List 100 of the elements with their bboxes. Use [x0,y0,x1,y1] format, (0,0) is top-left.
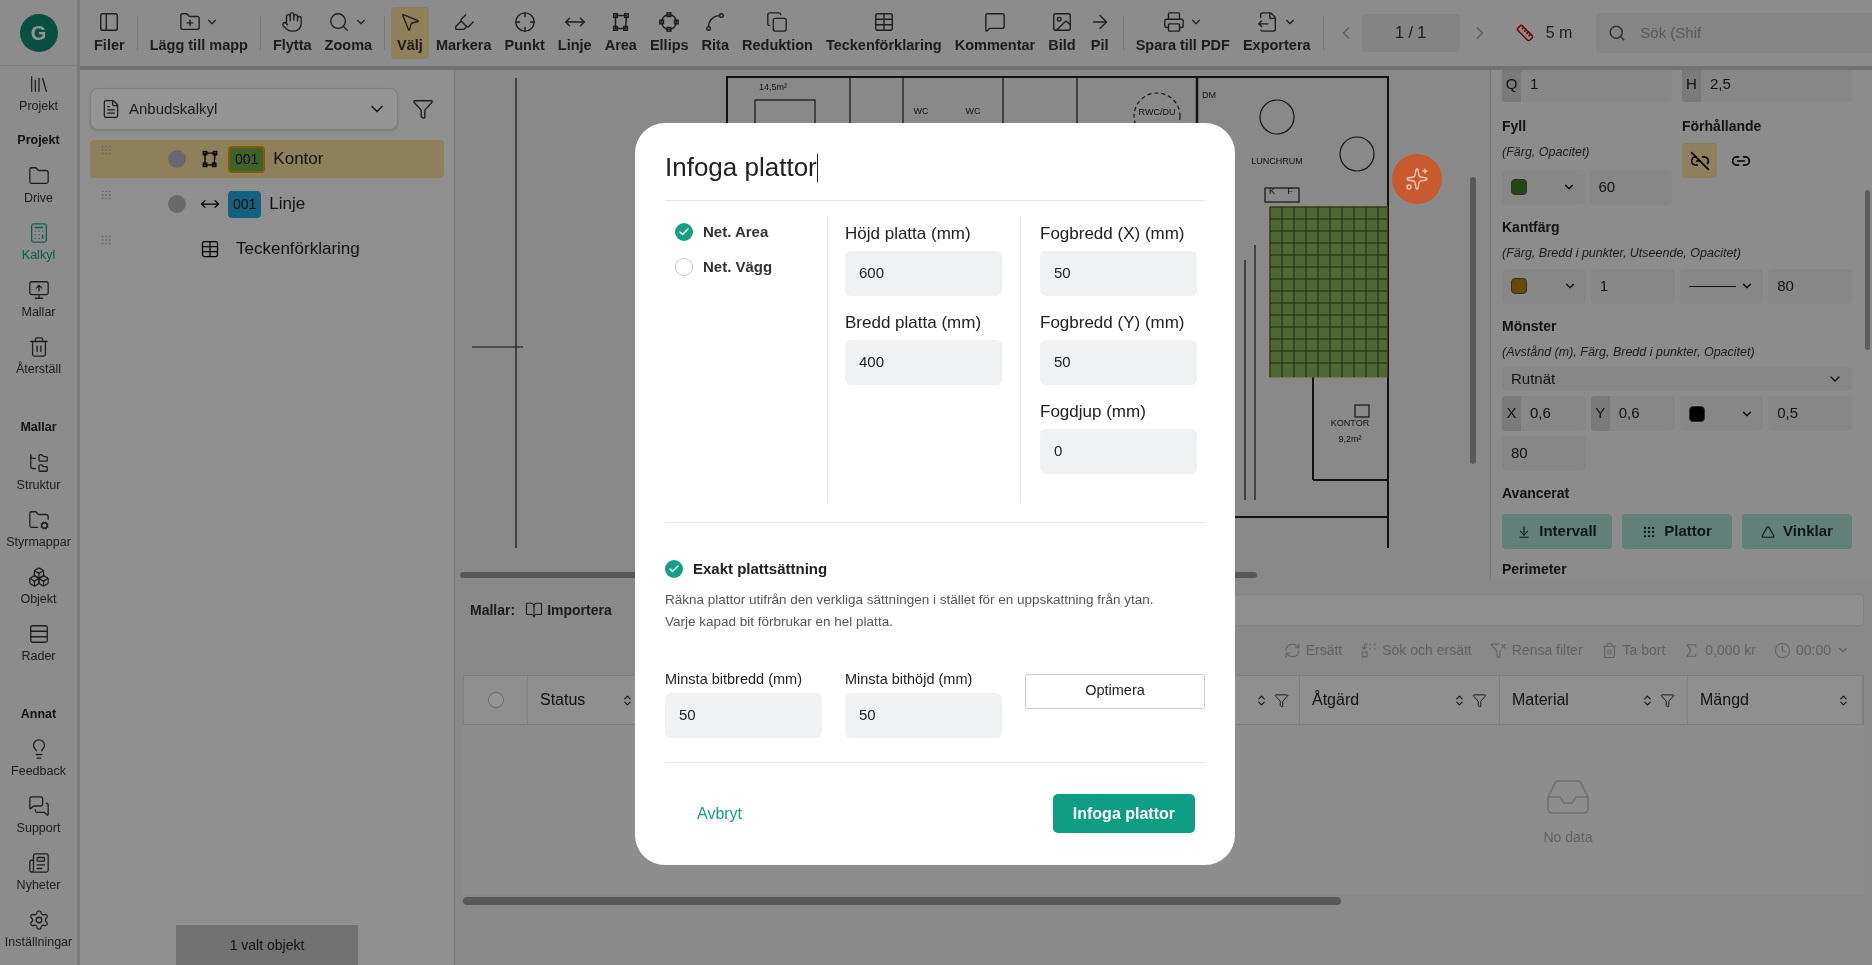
section-title: Förhållande [1682,117,1763,136]
column-header[interactable]: Status [540,688,586,712]
nav-item[interactable]: Drive [0,157,77,215]
calculation-dropdown[interactable]: Anbudskalkyl [90,88,398,130]
column-header[interactable]: Material [1512,688,1569,712]
optimize-button[interactable]: Optimera [1025,673,1205,709]
field-prefix: Y [1590,396,1610,431]
tree-row[interactable]: 001 Kontor [90,140,444,178]
mode-radio[interactable]: Net. Vägg [675,255,827,278]
field-prefix: X [1502,396,1521,431]
nav-item[interactable]: Återställ [0,328,77,386]
room-label: 9,2m² [1338,434,1362,444]
column-header[interactable]: Mängd [1700,688,1749,712]
tool-button[interactable]: Teckenförklaring [819,7,948,59]
tool-button[interactable]: Markera [429,7,498,59]
number-field[interactable]: 80 [1502,436,1586,471]
number-field[interactable]: 50 [1040,340,1197,385]
field-label: Minsta bitbredd (mm) [665,669,803,689]
number-field[interactable]: 1 [1590,268,1675,304]
number-field[interactable]: H 2,5 [1682,70,1852,102]
nav-item[interactable]: Inställningar [0,902,77,960]
section-hint: (Avstånd (m), Färg, Bredd i punkter, Opacitet) [1502,343,1756,361]
room-label: WC [965,106,981,116]
nav-item[interactable]: Support [0,788,77,846]
section-title: Avancerat [1502,484,1571,503]
number-field[interactable]: 80 [1768,268,1852,304]
section-title: Perimeter [1502,560,1568,579]
tree-row[interactable]: Teckenförklaring [90,230,444,268]
room-label: 14,5m² [759,82,787,92]
tree-row[interactable]: 001 Linje [90,185,444,223]
number-field[interactable]: 50 [1040,251,1197,296]
number-field[interactable]: 0,5 [1768,396,1852,431]
tool-button[interactable]: Lägg till mapp [143,7,254,59]
number-field[interactable]: Y 0,6 [1590,396,1675,431]
tool-button[interactable]: Area [598,7,643,59]
room-label: KONTOR [1330,418,1370,428]
nav-heading: Annat [20,705,57,723]
tree-label: Linje [269,193,306,216]
templates-label: Mallar: [470,600,516,620]
nav-item[interactable]: Struktur [0,444,77,502]
room-label: DM [1202,90,1216,100]
pattern-dropdown[interactable]: Rutnät [1502,367,1852,391]
advanced-button[interactable]: Vinklar [1742,514,1852,549]
field-label: Minsta bithöjd (mm) [845,669,974,689]
tree-label: Kontor [273,148,324,171]
nav-item[interactable]: Styrmappar [0,501,77,559]
column-header[interactable]: Åtgärd [1312,688,1360,712]
number-field[interactable]: 50 [845,692,1002,738]
number-field[interactable]: 0 [1040,429,1197,474]
section-hint: (Färg, Opacitet) [1502,144,1591,161]
tool-button[interactable]: Välj [391,7,429,59]
tool-button[interactable]: Spara till PDF [1129,7,1236,59]
field-label: Höjd platta (mm) [845,223,972,246]
advanced-button[interactable]: Intervall [1502,514,1612,549]
cancel-button[interactable]: Avbryt [665,794,775,833]
section-title: Fyll [1502,117,1528,136]
number-field[interactable]: 600 [845,251,1002,296]
number-field[interactable]: Q 1 [1502,70,1672,102]
insert-tiles-button[interactable]: Infoga plattor [1052,794,1195,833]
app-logo[interactable]: G [19,13,58,52]
nav-item[interactable]: Feedback [0,731,77,789]
tool-button[interactable]: Bild [1042,7,1082,59]
tool-button[interactable]: Filer [88,7,131,59]
import-button[interactable]: Importera [525,599,612,621]
nav-item[interactable]: Rader [0,615,77,673]
field-label: Bredd platta (mm) [845,312,983,335]
number-field[interactable]: 400 [845,340,1002,385]
nav-item[interactable]: Objekt [0,558,77,616]
tool-button[interactable]: Rita [695,7,735,59]
nav-item[interactable]: Nyheter [0,845,77,903]
tool-button[interactable]: Linje [551,7,598,59]
mode-radio[interactable]: Net. Area [675,221,827,244]
tool-button[interactable]: Flytta [266,7,318,59]
advanced-button[interactable]: Plattor [1622,514,1732,549]
tool-button[interactable]: Exportera [1236,7,1317,59]
tool-button[interactable]: Punkt [498,7,551,59]
field-label: Fogdjup (mm) [1040,401,1147,424]
exact-description: Räkna plattor utifrån den verkliga sättningen i stället för en uppskattning från ytan. Varje kapad bit förbrukar en hel platta. [665,590,1155,631]
page-indicator: 1 / 1 [1361,14,1460,52]
number-field[interactable]: 60 [1589,169,1672,205]
section-hint: (Färg, Bredd i punkter, Utseende, Opacitet) [1502,244,1742,262]
tool-button[interactable]: Reduktion [736,7,819,59]
selection-count: 1 valt objekt [176,925,358,965]
field-label: Fogbredd (X) (mm) [1040,223,1186,246]
exact-checkbox[interactable]: Exakt plattsättning [665,558,1205,581]
tool-button[interactable]: Zooma [318,7,379,59]
number-field[interactable]: X 0,6 [1502,396,1586,431]
room-label: F [1287,186,1293,196]
section-title: Kantfärg [1502,217,1561,237]
scale-label: 5 m [1545,23,1573,43]
nav-item[interactable]: Mallar [0,271,77,329]
field-prefix: Q [1502,70,1521,102]
tool-button[interactable]: Kommentar [948,7,1042,59]
tool-button[interactable]: Pil [1082,7,1117,59]
nav-heading: Mallar [20,418,57,436]
number-field[interactable]: 50 [665,692,822,738]
room-label: LUNCHRUM [1251,156,1303,166]
room-label: WC [913,106,929,116]
nav-item[interactable]: Projekt [0,66,77,123]
tool-button[interactable]: Ellips [643,7,695,59]
